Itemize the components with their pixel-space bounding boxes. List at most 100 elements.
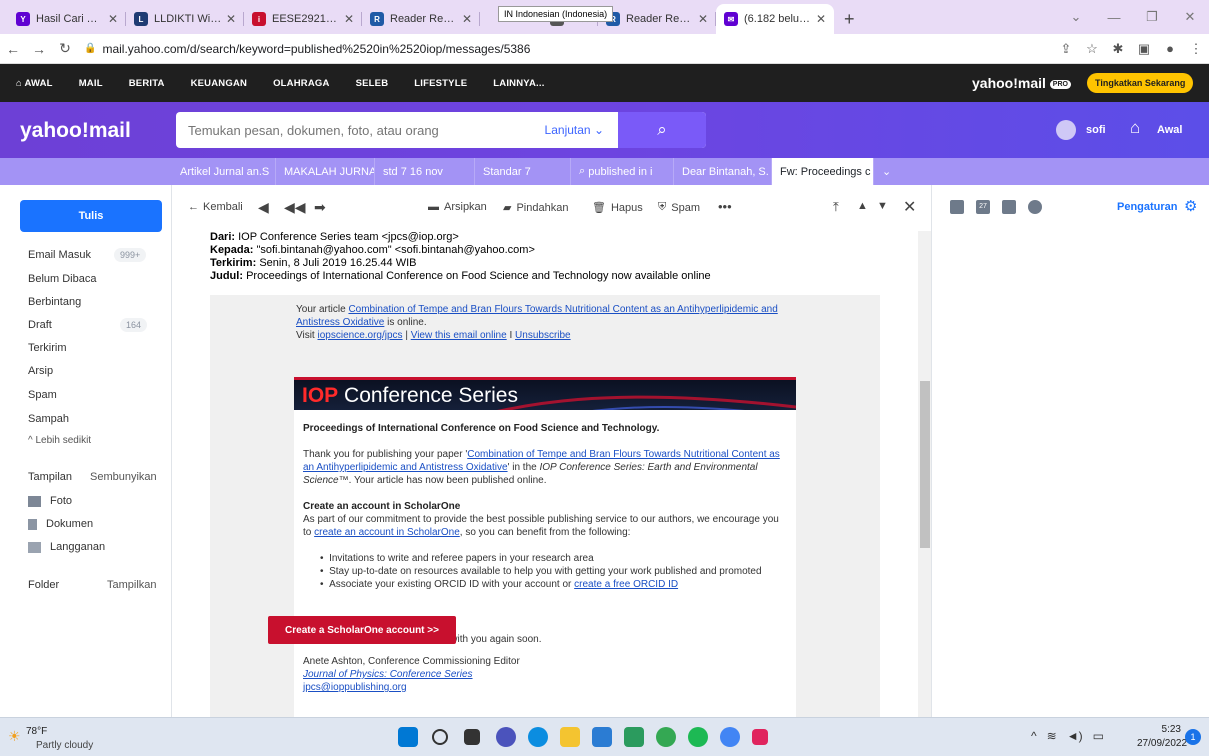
spotify-icon[interactable]: [688, 727, 708, 747]
search-button[interactable]: ⌕: [618, 112, 706, 148]
scrollbar-thumb[interactable]: [920, 381, 930, 548]
nav-more[interactable]: LAINNYA...: [493, 78, 544, 89]
wifi-icon[interactable]: ≋: [1047, 729, 1057, 743]
browser-tab[interactable]: Y Hasil Cari Yaho ✕: [8, 4, 126, 34]
scholarone-link[interactable]: create an account in ScholarOne: [314, 527, 460, 538]
view-documents[interactable]: Dokumen: [28, 518, 93, 530]
tab-search[interactable]: std 7 16 nov: [375, 158, 475, 185]
gear-icon[interactable]: ⚙: [1184, 197, 1197, 215]
next-icon[interactable]: ▼: [877, 200, 888, 212]
tab-search-icon[interactable]: ⌄: [1057, 9, 1095, 25]
url-field[interactable]: 🔒 mail.yahoo.com/d/search/keyword=publish…: [84, 38, 1053, 60]
email-link[interactable]: jpcs@ioppublishing.org: [303, 681, 407, 694]
more-icon[interactable]: •••: [718, 199, 732, 214]
tab-search[interactable]: Dear Bintanah, S.: [674, 158, 772, 185]
sidepanel-icon[interactable]: ▣: [1131, 41, 1157, 57]
tab-search[interactable]: Standar 7: [475, 158, 571, 185]
store-icon[interactable]: [592, 727, 612, 747]
upgrade-button[interactable]: Tingkatkan Sekarang: [1087, 73, 1194, 93]
hide-views-link[interactable]: Sembunyikan: [90, 471, 157, 483]
close-icon[interactable]: ✕: [462, 12, 472, 26]
reply-icon[interactable]: ◀: [258, 199, 269, 216]
minimize-button[interactable]: —: [1095, 10, 1133, 25]
back-arrow-icon[interactable]: ←: [0, 41, 26, 57]
folder-starred[interactable]: Berbintang: [28, 296, 81, 308]
view-photos[interactable]: Foto: [28, 495, 72, 507]
expand-icon[interactable]: ⤒: [833, 199, 839, 215]
advanced-search-button[interactable]: Lanjutan ⌄: [545, 123, 604, 137]
move-button[interactable]: ▰ Pindahkan: [503, 201, 568, 215]
browser-tab[interactable]: R Reader Reposit ✕: [362, 4, 480, 34]
nav-home[interactable]: ⌂ AWAL: [16, 78, 53, 89]
browser-tab-active[interactable]: ✉ (6.182 belum d ✕: [716, 4, 834, 34]
clock[interactable]: 5:23 27/09/2022: [1137, 723, 1187, 751]
unsubscribe-link[interactable]: Unsubscribe: [515, 330, 571, 341]
edge-icon[interactable]: [528, 727, 548, 747]
search-input[interactable]: [176, 122, 545, 138]
forward-arrow-icon[interactable]: →: [26, 41, 52, 57]
avatar[interactable]: [1056, 120, 1076, 140]
folder-trash[interactable]: Sampah: [28, 413, 69, 425]
tab-active-message[interactable]: Fw: Proceedings c: [772, 158, 874, 185]
chat-icon[interactable]: [496, 727, 516, 747]
orcid-link[interactable]: create a free ORCID ID: [574, 579, 678, 590]
nav-mail[interactable]: MAIL: [79, 78, 103, 89]
folder-archive[interactable]: Arsip: [28, 365, 53, 377]
office-icon[interactable]: [624, 727, 644, 747]
search-icon[interactable]: [432, 729, 448, 745]
notification-badge[interactable]: 1: [1185, 729, 1201, 745]
restore-button[interactable]: ❐: [1133, 9, 1171, 25]
forward-icon[interactable]: ➡: [314, 199, 326, 216]
folder-unread[interactable]: Belum Dibaca: [28, 273, 96, 285]
close-icon[interactable]: ✕: [816, 12, 826, 26]
weather-icon[interactable]: ☀: [8, 728, 21, 745]
task-view-icon[interactable]: [464, 729, 480, 745]
chrome-profile-icon[interactable]: [720, 727, 740, 747]
close-window-button[interactable]: ✕: [1171, 9, 1209, 25]
extensions-icon[interactable]: ✱: [1105, 41, 1131, 57]
show-folders-link[interactable]: Tampilkan: [107, 579, 157, 591]
new-tab-button[interactable]: +: [834, 4, 865, 34]
close-icon[interactable]: ✕: [344, 12, 354, 26]
reply-all-icon[interactable]: ◀◀: [284, 199, 306, 216]
article-link[interactable]: Combination of Tempe and Bran Flours Tow…: [296, 304, 778, 328]
nav-lifestyle[interactable]: LIFESTYLE: [414, 78, 467, 89]
iopscience-link[interactable]: iopscience.org/jpcs: [318, 330, 403, 341]
battery-icon[interactable]: ▭: [1093, 729, 1104, 743]
compose-button[interactable]: Tulis: [20, 200, 162, 232]
home-link[interactable]: Awal: [1157, 124, 1182, 136]
view-subscriptions[interactable]: Langganan: [28, 541, 105, 553]
user-name[interactable]: sofi: [1086, 124, 1106, 136]
app-icon[interactable]: [752, 729, 768, 745]
browser-tab[interactable]: L LLDIKTI Wilayah ✕: [126, 4, 244, 34]
profile-icon[interactable]: ●: [1157, 41, 1183, 56]
volume-icon[interactable]: ◄): [1067, 729, 1083, 743]
previous-icon[interactable]: ▲: [857, 200, 868, 212]
create-account-button[interactable]: Create a ScholarOne account >>: [268, 616, 456, 644]
tab-search[interactable]: ⌕ published in i: [571, 158, 674, 185]
nav-news[interactable]: BERITA: [129, 78, 165, 89]
calendar-icon[interactable]: 27: [976, 200, 990, 214]
view-online-link[interactable]: View this email online: [411, 330, 507, 341]
reload-icon[interactable]: ↻: [52, 40, 78, 57]
help-icon[interactable]: [1028, 200, 1042, 214]
notepad-icon[interactable]: [1002, 200, 1016, 214]
close-icon[interactable]: ✕: [698, 12, 708, 26]
back-button[interactable]: ← Kembali: [188, 201, 243, 213]
home-icon[interactable]: ⌂: [1130, 118, 1140, 138]
folder-spam[interactable]: Spam: [28, 389, 57, 401]
browser-tab[interactable]: i EESE2921050.p ✕: [244, 4, 362, 34]
start-icon[interactable]: [398, 727, 418, 747]
menu-icon[interactable]: ⋮: [1183, 41, 1209, 57]
journal-link[interactable]: Journal of Physics: Conference Series: [303, 668, 473, 681]
folder-inbox[interactable]: Email Masuk: [28, 249, 91, 261]
weather-desc[interactable]: Partly cloudy: [36, 740, 93, 751]
archive-button[interactable]: ▬ Arsipkan: [428, 201, 487, 213]
folder-sent[interactable]: Terkirim: [28, 342, 67, 354]
tab-search[interactable]: MAKALAH JURNA: [276, 158, 375, 185]
contacts-icon[interactable]: [950, 200, 964, 214]
settings-link[interactable]: Pengaturan: [1117, 201, 1178, 213]
tray-overflow-icon[interactable]: ^: [1031, 729, 1037, 743]
nav-celeb[interactable]: SELEB: [356, 78, 389, 89]
chrome-icon[interactable]: [656, 727, 676, 747]
